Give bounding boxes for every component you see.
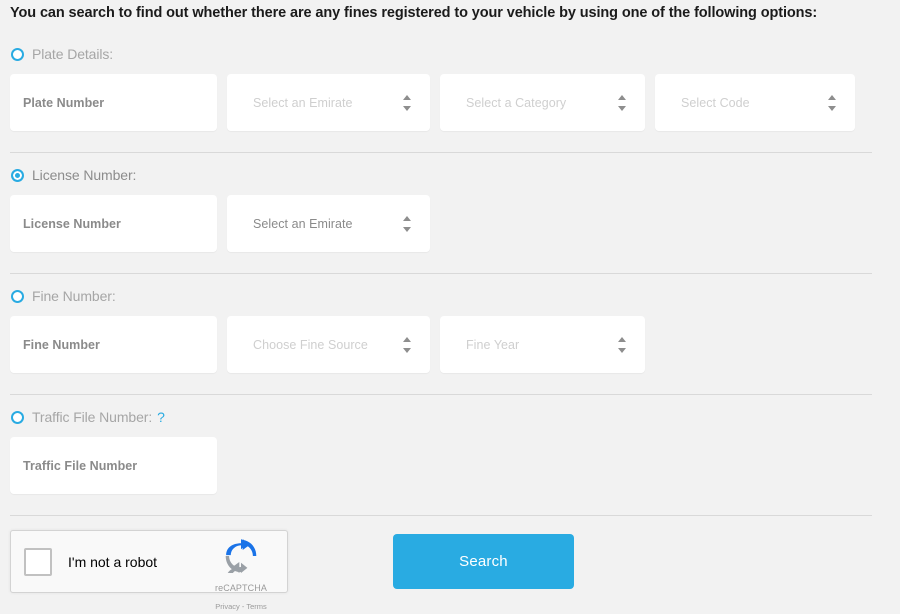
- recaptcha-brand-name: reCAPTCHA: [215, 583, 267, 593]
- radio-option-traffic-file-number[interactable]: Traffic File Number: ?: [0, 407, 900, 427]
- recaptcha-widget[interactable]: I'm not a robot reCAPTCHA Privacy - Term…: [10, 530, 288, 611]
- stepper-arrows-icon: [827, 94, 836, 111]
- recaptcha-branding: reCAPTCHA Privacy - Terms: [204, 539, 278, 614]
- fine-number-input[interactable]: Fine Number: [10, 316, 217, 373]
- radio-option-fine-number[interactable]: Fine Number:: [0, 286, 900, 306]
- fields-plate-details: Plate Number Select an Emirate Select a …: [0, 74, 900, 131]
- fine-year-select[interactable]: Fine Year: [440, 316, 645, 373]
- license-number-placeholder: License Number: [23, 216, 121, 231]
- traffic-file-number-placeholder: Traffic File Number: [23, 458, 138, 473]
- fine-source-placeholder: Choose Fine Source: [253, 337, 368, 352]
- code-select[interactable]: Select Code: [655, 74, 855, 131]
- recaptcha-label: I'm not a robot: [68, 553, 158, 570]
- license-emirate-select[interactable]: Select an Emirate: [227, 195, 430, 252]
- radio-label-traffic-file-number: Traffic File Number:: [32, 409, 153, 425]
- plate-number-input[interactable]: Plate Number: [10, 74, 217, 131]
- license-emirate-placeholder: Select an Emirate: [253, 216, 353, 231]
- radio-traffic-file-number[interactable]: [11, 410, 24, 424]
- recaptcha-logo-icon: [224, 539, 258, 579]
- emirate-select-placeholder: Select an Emirate: [253, 95, 353, 110]
- fine-number-placeholder: Fine Number: [23, 337, 100, 352]
- section-divider: [10, 273, 872, 274]
- stepper-arrows-icon: [402, 336, 411, 353]
- section-license-number: License Number: License Number Select an…: [0, 165, 900, 252]
- plate-number-placeholder: Plate Number: [23, 95, 105, 110]
- help-question-icon[interactable]: ?: [157, 409, 165, 425]
- radio-label-fine-number: Fine Number:: [32, 288, 116, 304]
- section-fine-number: Fine Number: Fine Number Choose Fine Sou…: [0, 286, 900, 373]
- section-divider: [10, 515, 872, 516]
- radio-option-license-number[interactable]: License Number:: [0, 165, 900, 185]
- emirate-select[interactable]: Select an Emirate: [227, 74, 430, 131]
- stepper-arrows-icon: [617, 336, 626, 353]
- search-button[interactable]: Search: [393, 534, 574, 589]
- radio-option-plate-details[interactable]: Plate Details:: [0, 44, 900, 64]
- page-title: You can search to find out whether there…: [10, 5, 818, 21]
- stepper-arrows-icon: [402, 94, 411, 111]
- radio-label-plate-details: Plate Details:: [32, 46, 114, 62]
- radio-fine-number[interactable]: [11, 289, 24, 303]
- category-select[interactable]: Select a Category: [440, 74, 645, 131]
- stepper-arrows-icon: [402, 215, 411, 232]
- fine-year-placeholder: Fine Year: [466, 337, 520, 352]
- section-traffic-file-number: Traffic File Number: ? Traffic File Numb…: [0, 407, 900, 494]
- fields-fine-number: Fine Number Choose Fine Source Fine Year: [0, 316, 900, 373]
- recaptcha-checkbox[interactable]: [24, 547, 52, 576]
- fines-search-page: You can search to find out whether there…: [0, 0, 900, 611]
- section-divider: [10, 394, 872, 395]
- category-select-placeholder: Select a Category: [466, 95, 567, 110]
- radio-license-number[interactable]: [11, 168, 24, 182]
- fields-traffic-file-number: Traffic File Number: [0, 437, 900, 494]
- section-divider: [10, 152, 872, 153]
- radio-plate-details[interactable]: [11, 47, 24, 61]
- traffic-file-number-input[interactable]: Traffic File Number: [10, 437, 217, 494]
- radio-label-license-number: License Number:: [32, 167, 137, 183]
- recaptcha-legal-links[interactable]: Privacy - Terms: [215, 602, 267, 611]
- section-plate-details: Plate Details: Plate Number Select an Em…: [0, 44, 900, 131]
- license-number-input[interactable]: License Number: [10, 195, 217, 252]
- fine-source-select[interactable]: Choose Fine Source: [227, 316, 430, 373]
- code-select-placeholder: Select Code: [681, 95, 750, 110]
- stepper-arrows-icon: [617, 94, 626, 111]
- fields-license-number: License Number Select an Emirate: [0, 195, 900, 252]
